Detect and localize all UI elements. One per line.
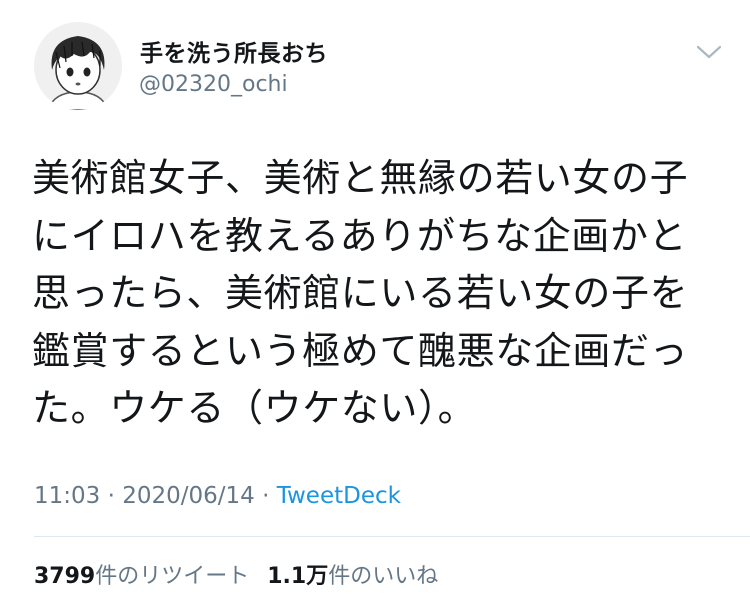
divider	[34, 536, 750, 537]
meta-separator: ·	[262, 483, 270, 509]
tweet-stats: 3799件のリツイート 1.1万件のいいね	[34, 558, 438, 590]
like-label: 件のいいね	[328, 564, 439, 589]
chevron-down-icon[interactable]	[695, 42, 723, 62]
meta-separator: ·	[107, 483, 115, 509]
like-count: 1.1万	[267, 564, 329, 589]
tweet-card: 手を洗う所長おち @02320_ochi 美術館女子、美術と無縁の若い女の子にイ…	[0, 0, 750, 599]
retweet-stat[interactable]: 3799件のリツイート	[34, 564, 249, 589]
retweet-count: 3799	[34, 564, 96, 589]
retweet-label: 件のリツイート	[95, 564, 250, 589]
user-handle[interactable]: @02320_ochi	[139, 72, 288, 97]
tweet-source-link[interactable]: TweetDeck	[277, 483, 401, 509]
avatar-cartoon-icon	[34, 22, 122, 110]
tweet-text: 美術館女子、美術と無縁の若い女の子にイロハを教えるありがちな企画かと思ったら、美…	[32, 156, 689, 430]
display-name[interactable]: 手を洗う所長おち	[140, 34, 328, 68]
avatar[interactable]	[34, 22, 122, 110]
like-stat[interactable]: 1.1万件のいいね	[267, 564, 438, 589]
tweet-time[interactable]: 11:03	[34, 483, 100, 509]
tweet-meta: 11:03 · 2020/06/14 · TweetDeck	[34, 483, 401, 509]
tweet-date[interactable]: 2020/06/14	[122, 483, 255, 509]
